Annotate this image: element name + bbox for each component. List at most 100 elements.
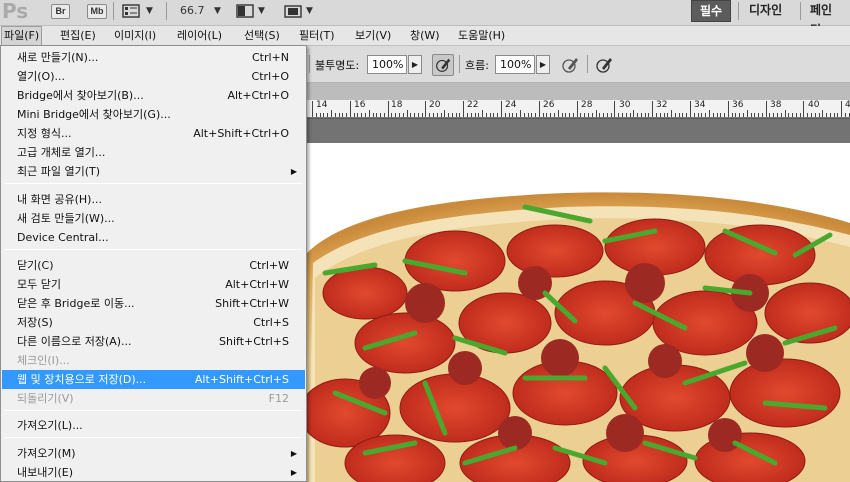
ruler-label: 14 — [316, 100, 328, 110]
view-extras-dropdown-icon[interactable]: ▼ — [146, 6, 153, 16]
menu-item-save[interactable]: 저장(S) Ctrl+S — [2, 313, 305, 332]
workspace-painting-button[interactable]: 페인팅 — [802, 0, 850, 37]
ruler-tick — [795, 113, 797, 117]
flow-dropdown-button[interactable]: ▶ — [536, 55, 550, 74]
flow-label: 흐름: — [465, 59, 489, 72]
menu-item-share-my-screen[interactable]: 내 화면 공유(H)... — [2, 190, 305, 209]
screen-mode-icon[interactable] — [284, 3, 302, 19]
ruler-tick — [674, 113, 676, 117]
menu-item-save-for-web[interactable]: 웹 및 장치용으로 저장(D)... Alt+Shift+Ctrl+S — [2, 370, 305, 389]
menu-item-shortcut: Alt+Shift+Ctrl+O — [193, 127, 289, 140]
workspace-design-button[interactable]: 디자인 — [741, 0, 790, 22]
ruler-tick — [724, 113, 725, 117]
ruler-tick — [467, 113, 468, 117]
menu-item-open-as-smart-object[interactable]: 고급 개체로 열기... — [2, 143, 305, 162]
opacity-dropdown-button[interactable]: ▶ — [408, 55, 422, 74]
flow-input[interactable]: 100% — [495, 55, 535, 74]
ruler-tick — [508, 113, 510, 117]
airbrush-icon[interactable] — [559, 54, 581, 76]
menu-separator — [5, 183, 302, 184]
menu-separator — [5, 249, 302, 250]
zoom-dropdown-icon[interactable]: ▼ — [214, 6, 221, 16]
menu-item-close-and-go-to-bridge[interactable]: 닫은 후 Bridge로 이동... Shift+Ctrl+W — [2, 294, 305, 313]
ruler-tick — [327, 113, 329, 117]
appbar-divider — [113, 2, 114, 20]
ruler-tick — [368, 110, 370, 117]
ruler-tick — [652, 101, 654, 117]
ruler-tick — [739, 113, 741, 117]
ruler-tick — [531, 113, 533, 117]
arrange-documents-icon[interactable] — [236, 3, 254, 19]
ruler-tick — [758, 113, 759, 117]
ruler-tick — [349, 101, 351, 117]
menu-item-open-recent[interactable]: 최근 파일 열기(T) ▶ — [2, 162, 305, 181]
ruler-label: 40 — [808, 100, 820, 110]
pressure-size-icon[interactable] — [593, 54, 615, 76]
workspace-essentials-button[interactable]: 필수 — [691, 0, 732, 22]
application-bar: Ps Br Mb ▼ 66.7 ▼ ▼ ▼ 필수 디자인 페인팅 — [0, 0, 850, 37]
menu-item-open[interactable]: 열기(O)... Ctrl+O — [2, 67, 305, 86]
ruler-tick — [569, 113, 570, 117]
menu-item-browse-in-bridge[interactable]: Bridge에서 찾아보기(B)... Alt+Ctrl+O — [2, 86, 305, 105]
ruler-tick — [538, 101, 540, 117]
menu-item-close-all[interactable]: 모두 닫기 Alt+Ctrl+W — [2, 275, 305, 294]
ruler-tick — [485, 113, 487, 117]
ruler-tick — [784, 110, 786, 117]
ruler-tick — [667, 113, 669, 117]
menu-item-export[interactable]: 내보내기(E) ▶ — [2, 463, 305, 482]
opacity-input[interactable]: 100% — [367, 55, 407, 74]
menu-window[interactable]: 창(W) — [408, 26, 442, 45]
ruler-tick — [637, 113, 639, 117]
arrange-documents-dropdown-icon[interactable]: ▼ — [258, 6, 265, 16]
menu-item-label: 다른 이름으로 저장(A)... — [17, 335, 132, 348]
menu-item-create-new-review[interactable]: 새 검토 만들기(W)... — [2, 209, 305, 228]
ruler-tick — [353, 113, 355, 117]
ruler-tick — [312, 101, 313, 117]
ruler-tick — [754, 113, 756, 117]
ruler-tick — [648, 113, 650, 117]
menu-view[interactable]: 보기(V) — [353, 26, 393, 45]
menu-item-label: 닫은 후 Bridge로 이동... — [17, 297, 135, 310]
ruler-tick — [595, 110, 597, 117]
ruler-tick — [463, 101, 465, 117]
menu-layer[interactable]: 레이어(L) — [175, 26, 224, 45]
menu-edit[interactable]: 편집(E) — [58, 26, 98, 45]
ruler-label: 32 — [656, 100, 668, 110]
ruler-tick — [421, 113, 423, 117]
menu-item-label: 새로 만들기(N)... — [17, 51, 99, 64]
ruler-tick — [606, 113, 608, 117]
view-extras-icon[interactable] — [122, 3, 140, 19]
ruler-label: 16 — [354, 100, 366, 110]
zoom-level[interactable]: 66.7 — [180, 4, 205, 17]
menu-item-save-as[interactable]: 다른 이름으로 저장(A)... Shift+Ctrl+S — [2, 332, 305, 351]
screen-mode-dropdown-icon[interactable]: ▼ — [306, 6, 313, 16]
menu-item-label: Mini Bridge에서 찾아보기(G)... — [17, 108, 171, 121]
document-canvas[interactable] — [305, 143, 850, 482]
ruler-tick — [414, 113, 416, 117]
ruler-tick — [746, 110, 748, 117]
menu-item-device-central[interactable]: Device Central... — [2, 228, 305, 247]
ruler-tick — [622, 113, 623, 117]
menu-item-browse-in-mini-bridge[interactable]: Mini Bridge에서 찾아보기(G)... — [2, 105, 305, 124]
ruler-tick — [686, 113, 688, 117]
ruler-tick — [693, 113, 695, 117]
menu-select[interactable]: 선택(S) — [242, 26, 282, 45]
menu-item-import[interactable]: 가져오기(M) ▶ — [2, 444, 305, 463]
menu-filter[interactable]: 필터(T) — [297, 26, 337, 45]
menu-item-place[interactable]: 가져오기(L)... — [2, 416, 305, 435]
menu-image[interactable]: 이미지(I) — [112, 26, 158, 45]
menu-item-label: 저장(S) — [17, 316, 53, 329]
ruler-tick — [690, 101, 691, 117]
menu-item-close[interactable]: 닫기(C) Ctrl+W — [2, 256, 305, 275]
menu-item-open-as[interactable]: 지정 형식... Alt+Shift+Ctrl+O — [2, 124, 305, 143]
ruler-tick — [497, 113, 499, 117]
menu-file[interactable]: 파일(F) — [1, 26, 43, 46]
ruler-tick — [720, 113, 722, 117]
menu-help[interactable]: 도움말(H) — [456, 26, 507, 45]
launch-bridge-button[interactable]: Br — [51, 4, 70, 19]
launch-mini-bridge-button[interactable]: Mb — [87, 4, 107, 19]
ruler-label: 26 — [543, 100, 555, 110]
pressure-opacity-icon[interactable] — [432, 54, 454, 76]
menu-item-new[interactable]: 새로 만들기(N)... Ctrl+N — [2, 48, 305, 67]
ruler-tick — [342, 113, 344, 117]
